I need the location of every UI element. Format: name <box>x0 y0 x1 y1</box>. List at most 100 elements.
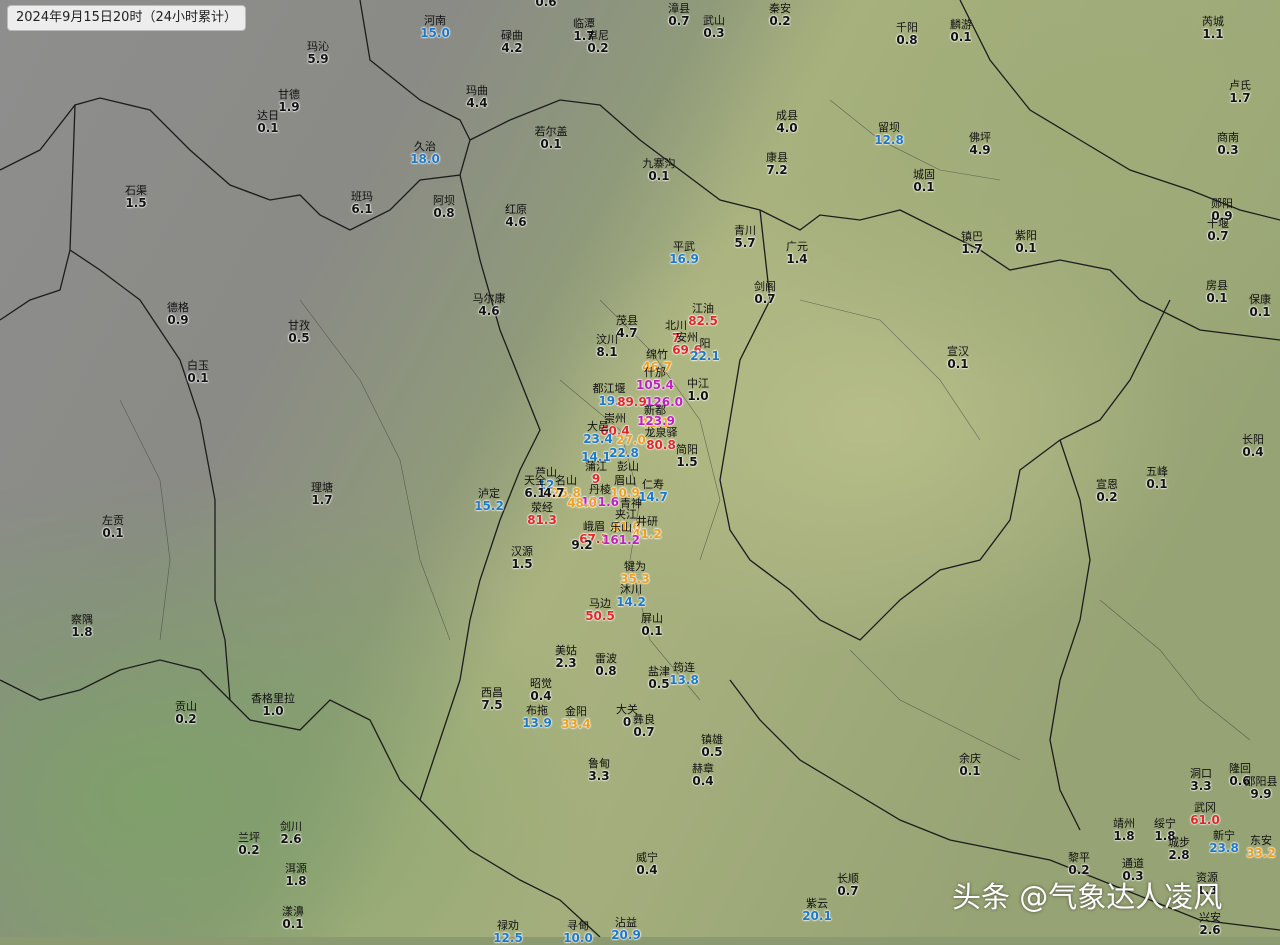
station-label: 0.6 <box>535 0 556 9</box>
rainfall-value: 161.2 <box>602 533 640 547</box>
rainfall-value: 48.0 <box>567 496 597 510</box>
station-label: 青川 5.7 <box>734 224 756 250</box>
station-label: 沐川 14.2 <box>616 583 646 609</box>
station-label: 余庆 0.1 <box>959 752 981 778</box>
rainfall-value: 4.0 <box>776 121 798 135</box>
station-label: 简阳 1.5 <box>676 443 698 469</box>
station-label: 仁寿 14.7 <box>638 478 668 504</box>
station-label: 玛沁 5.9 <box>307 40 329 66</box>
rainfall-value: 0.1 <box>959 764 981 778</box>
station-label: 佛坪 4.9 <box>969 131 991 157</box>
rainfall-value: 2.3 <box>555 656 577 670</box>
station-label: 西昌 7.5 <box>481 686 503 712</box>
rainfall-value: 0.4 <box>530 689 552 703</box>
station-label: 汶川 8.1 <box>596 333 618 359</box>
rainfall-value: 33.2 <box>1246 846 1276 860</box>
station-label: 4.7 <box>543 487 564 500</box>
rainfall-value: 3.3 <box>588 769 610 783</box>
rainfall-value: 7.5 <box>481 698 503 712</box>
station-label: 千阳 0.8 <box>896 21 918 47</box>
rainfall-value: 20.9 <box>611 928 641 942</box>
station-label: 威宁 0.4 <box>636 851 658 877</box>
station-label: 保康 0.1 <box>1249 293 1271 319</box>
rainfall-value: 0.1 <box>1206 291 1228 305</box>
rainfall-value: 23.4 <box>583 432 613 446</box>
rainfall-value: 7.2 <box>766 163 788 177</box>
rainfall-value: 1.7 <box>1229 91 1251 105</box>
rainfall-value: 1.0 <box>687 389 709 403</box>
rainfall-value: 1.5 <box>676 455 698 469</box>
station-label: 碌曲 4.2 <box>501 29 523 55</box>
rainfall-value: 12.8 <box>874 133 904 147</box>
rainfall-value: 1.9 <box>278 100 300 114</box>
rainfall-value: 15.2 <box>474 499 504 513</box>
rainfall-value: 0.4 <box>692 774 714 788</box>
rainfall-value: 0.2 <box>175 712 197 726</box>
rainfall-value: 4.4 <box>466 96 488 110</box>
station-label: 平武 16.9 <box>669 240 699 266</box>
map-title: 2024年9月15日20时（24小时累计） <box>7 5 246 31</box>
rainfall-value: 4.7 <box>543 486 565 500</box>
rainfall-value: 15.0 <box>420 26 450 40</box>
rainfall-value: 0.1 <box>257 121 279 135</box>
rainfall-value: 0.4 <box>1242 445 1264 459</box>
station-label: 昭觉 0.4 <box>530 677 552 703</box>
rainfall-value: 1.7 <box>961 242 983 256</box>
station-label: 察隅 1.8 <box>71 613 93 639</box>
rainfall-value: 8.1 <box>596 345 618 359</box>
station-label: 康县 7.2 <box>766 151 788 177</box>
rainfall-value: 0.5 <box>288 331 310 345</box>
station-label: 麟游 0.1 <box>950 18 972 44</box>
rainfall-value: 61.0 <box>1190 813 1220 827</box>
rainfall-value: 1.5 <box>511 557 533 571</box>
rainfall-value: 0.8 <box>433 206 455 220</box>
rainfall-value: 0.7 <box>754 292 776 306</box>
station-label: 商南 0.3 <box>1217 131 1239 157</box>
station-label: 镇雄 0.5 <box>701 733 723 759</box>
station-label: 久治 18.0 <box>410 140 440 166</box>
rainfall-value: 1.8 <box>1113 829 1135 843</box>
rainfall-value: 2.6 <box>280 832 302 846</box>
rainfall-value: 80.8 <box>646 438 676 452</box>
station-label: 石渠 1.5 <box>125 184 147 210</box>
station-label: 房县 0.1 <box>1206 279 1228 305</box>
station-label: 48.0 <box>567 497 597 510</box>
station-label: 茂县 4.7 <box>616 314 638 340</box>
rainfall-value: 18.0 <box>410 152 440 166</box>
station-label: 城步 2.8 <box>1168 836 1190 862</box>
station-label: 镇巴 1.7 <box>961 230 983 256</box>
rainfall-value: 0.7 <box>837 884 859 898</box>
station-label: 洞口 3.3 <box>1190 767 1212 793</box>
station-label: 甘德 1.9 <box>278 88 300 114</box>
station-label: 荥经 81.3 <box>527 501 557 527</box>
rainfall-value: 16.9 <box>669 252 699 266</box>
rainfall-value: 4.2 <box>501 41 523 55</box>
station-label: 紫云 20.1 <box>802 897 832 923</box>
rainfall-value: 22.1 <box>690 349 720 363</box>
station-label: 寻甸 10.0 <box>563 919 593 945</box>
rainfall-value: 0.8 <box>595 664 617 678</box>
station-name: 彭山 <box>617 460 639 473</box>
rainfall-value: 5.9 <box>307 52 329 66</box>
rainfall-value: 2.6 <box>1199 923 1221 937</box>
watermark: 头条 @气象达人凌风 <box>952 880 1223 914</box>
station-label: 五峰 0.1 <box>1146 465 1168 491</box>
station-label: 兰坪 0.2 <box>238 831 260 857</box>
station-label: 9.2 <box>571 539 592 552</box>
station-label: 龙泉驿 80.8 <box>645 426 678 452</box>
station-label: 东安 33.2 <box>1246 834 1276 860</box>
rainfall-value: 0.5 <box>648 677 670 691</box>
station-label: 马边 50.5 <box>585 597 615 623</box>
station-label: 屏山 0.1 <box>641 612 663 638</box>
station-label: 阳 22.1 <box>690 337 720 363</box>
rainfall-value: 0.1 <box>1249 305 1271 319</box>
station-label: 卢氏 1.7 <box>1229 79 1251 105</box>
station-label: 泸定 15.2 <box>474 487 504 513</box>
station-label: 乐山 161.2 <box>602 521 640 547</box>
rainfall-value: 0.2 <box>587 41 609 55</box>
station-label: 邵阳县 9.9 <box>1245 775 1278 801</box>
station-label: 漳县 0.7 <box>668 2 690 28</box>
station-label: 若尔盖 0.1 <box>535 125 568 151</box>
rainfall-value: 0.1 <box>950 30 972 44</box>
rainfall-value: 6.1 <box>351 202 373 216</box>
